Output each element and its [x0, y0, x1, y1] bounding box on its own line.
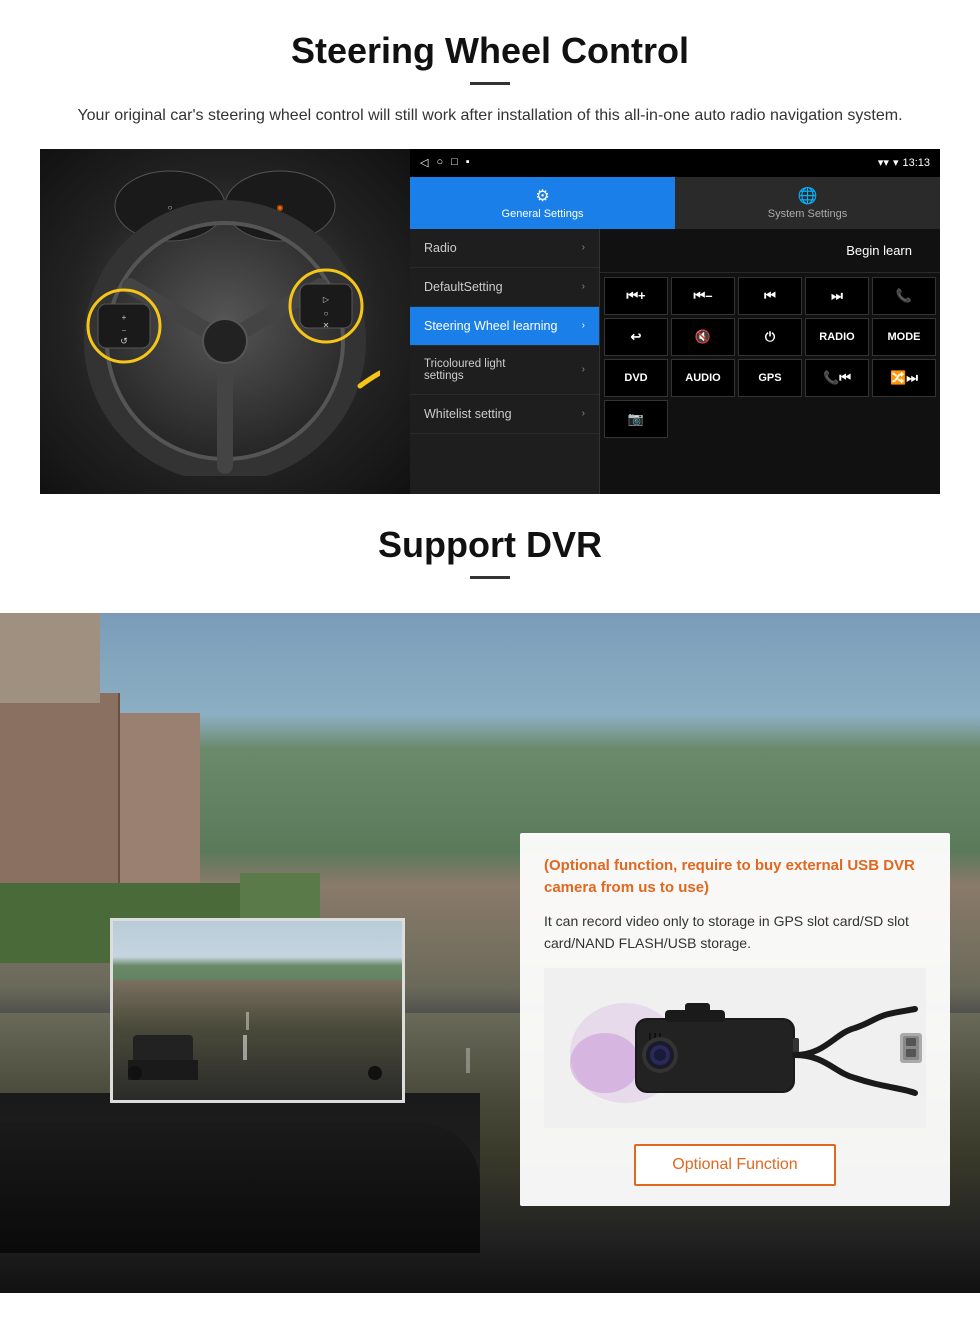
menu-whitelist-label: Whitelist setting: [424, 407, 512, 421]
steering-wheel-background: ○ ◉ + – ↺: [40, 149, 410, 494]
ctrl-power[interactable]: ⏻: [738, 318, 802, 356]
menu-item-whitelist[interactable]: Whitelist setting ›: [410, 395, 599, 434]
chevron-icon: ›: [582, 364, 585, 375]
dvr-title-area: Support DVR: [0, 494, 980, 613]
globe-icon: 🌐: [798, 186, 818, 206]
menu-item-tricolour[interactable]: Tricoloured lightsettings ›: [410, 346, 599, 395]
svg-text:○: ○: [324, 309, 329, 318]
menu-steering-label: Steering Wheel learning: [424, 319, 557, 333]
chevron-icon: ›: [582, 281, 585, 292]
svg-text:–: –: [122, 327, 126, 334]
home-icon: ○: [436, 156, 443, 169]
media-icon: ▪: [466, 156, 470, 169]
ctrl-phone[interactable]: 📞: [872, 277, 936, 315]
dvr-optional-text: (Optional function, require to buy exter…: [544, 855, 926, 900]
steering-content-area: ○ ◉ + – ↺: [40, 149, 940, 494]
dvr-section: Support DVR: [0, 494, 980, 1293]
time-display: 13:13: [902, 157, 930, 169]
ctrl-radio[interactable]: RADIO: [805, 318, 869, 356]
tab-general-settings[interactable]: ⚙ General Settings: [410, 177, 675, 229]
tab-system-label: System Settings: [768, 208, 847, 220]
svg-text:▷: ▷: [323, 295, 330, 304]
steering-wheel-section: Steering Wheel Control Your original car…: [0, 0, 980, 494]
ctrl-vol-minus[interactable]: ⏮–: [671, 277, 735, 315]
dvr-camera-illustration: [544, 968, 926, 1128]
statusbar-right-icons: ▾▾ ▾ 13:13: [878, 156, 930, 169]
chevron-icon: ›: [582, 320, 585, 331]
optional-function-button-row: Optional Function: [544, 1144, 926, 1186]
car-foreground: [0, 1093, 480, 1293]
menu-panel: Radio › DefaultSetting › Steering Wheel …: [410, 229, 600, 494]
ctrl-shuffle-next[interactable]: 🔀⏭: [872, 359, 936, 397]
dvr-preview-image: [110, 918, 405, 1103]
menu-item-steering[interactable]: Steering Wheel learning ›: [410, 307, 599, 346]
ctrl-gps[interactable]: GPS: [738, 359, 802, 397]
dvr-preview-inner: [113, 921, 402, 1100]
statusbar-nav-icons: ◁ ○ □ ▪: [420, 156, 470, 169]
ctrl-audio[interactable]: AUDIO: [671, 359, 735, 397]
dvr-info-box: (Optional function, require to buy exter…: [520, 833, 950, 1207]
menu-radio-label: Radio: [424, 241, 457, 255]
ctrl-mute[interactable]: 🔇: [671, 318, 735, 356]
ctrl-prev-track[interactable]: ⏮: [738, 277, 802, 315]
content-panel: Begin learn ⏮+ ⏮– ⏮ ⏭ 📞 ↩ 🔇 ⏻ R: [600, 229, 940, 494]
back-icon: ◁: [420, 156, 428, 169]
menu-tricolour-label: Tricoloured lightsettings: [424, 358, 505, 382]
svg-text:↺: ↺: [120, 336, 128, 346]
wifi-icon: ▾: [893, 156, 899, 169]
tab-general-label: General Settings: [502, 208, 584, 220]
recents-icon: □: [451, 156, 458, 169]
dvr-description: It can record video only to storage in G…: [544, 910, 926, 955]
ctrl-phone-prev[interactable]: 📞⏮: [805, 359, 869, 397]
tab-system-settings[interactable]: 🌐 System Settings: [675, 177, 940, 229]
steering-wheel-svg: ○ ◉ + – ↺: [70, 166, 380, 476]
optional-function-button[interactable]: Optional Function: [634, 1144, 835, 1186]
section-description: Your original car's steering wheel contr…: [60, 103, 920, 129]
ctrl-next-track[interactable]: ⏭: [805, 277, 869, 315]
gear-icon: ⚙: [535, 186, 549, 206]
controls-grid: ⏮+ ⏮– ⏮ ⏭ 📞 ↩ 🔇 ⏻ RADIO MODE DVD AUDIO: [600, 273, 940, 442]
chevron-icon: ›: [582, 242, 585, 253]
title-divider: [470, 82, 510, 85]
svg-text:+: +: [122, 313, 127, 322]
dvr-background: (Optional function, require to buy exter…: [0, 613, 980, 1293]
android-body: Radio › DefaultSetting › Steering Wheel …: [410, 229, 940, 494]
android-panel: ◁ ○ □ ▪ ▾▾ ▾ 13:13 ⚙ General Settings: [410, 149, 940, 494]
dvr-camera-svg: [545, 973, 925, 1123]
signal-icon: ▾▾: [878, 156, 889, 169]
ctrl-mode[interactable]: MODE: [872, 318, 936, 356]
menu-default-label: DefaultSetting: [424, 280, 503, 294]
chevron-icon: ›: [582, 408, 585, 419]
dvr-title-divider: [470, 576, 510, 579]
svg-text:✕: ✕: [323, 321, 330, 330]
menu-item-default[interactable]: DefaultSetting ›: [410, 268, 599, 307]
steering-wheel-image: ○ ◉ + – ↺: [40, 149, 410, 494]
begin-learn-row: Begin learn: [600, 229, 940, 273]
android-statusbar: ◁ ○ □ ▪ ▾▾ ▾ 13:13: [410, 149, 940, 177]
ctrl-dvd[interactable]: DVD: [604, 359, 668, 397]
ctrl-camera[interactable]: 📷: [604, 400, 668, 438]
ctrl-hang-up[interactable]: ↩: [604, 318, 668, 356]
menu-item-radio[interactable]: Radio ›: [410, 229, 599, 268]
dvr-title: Support DVR: [0, 524, 980, 566]
main-title: Steering Wheel Control: [40, 30, 940, 72]
android-tabs: ⚙ General Settings 🌐 System Settings: [410, 177, 940, 229]
ctrl-vol-plus[interactable]: ⏮+: [604, 277, 668, 315]
begin-learn-button[interactable]: Begin learn: [830, 237, 928, 264]
